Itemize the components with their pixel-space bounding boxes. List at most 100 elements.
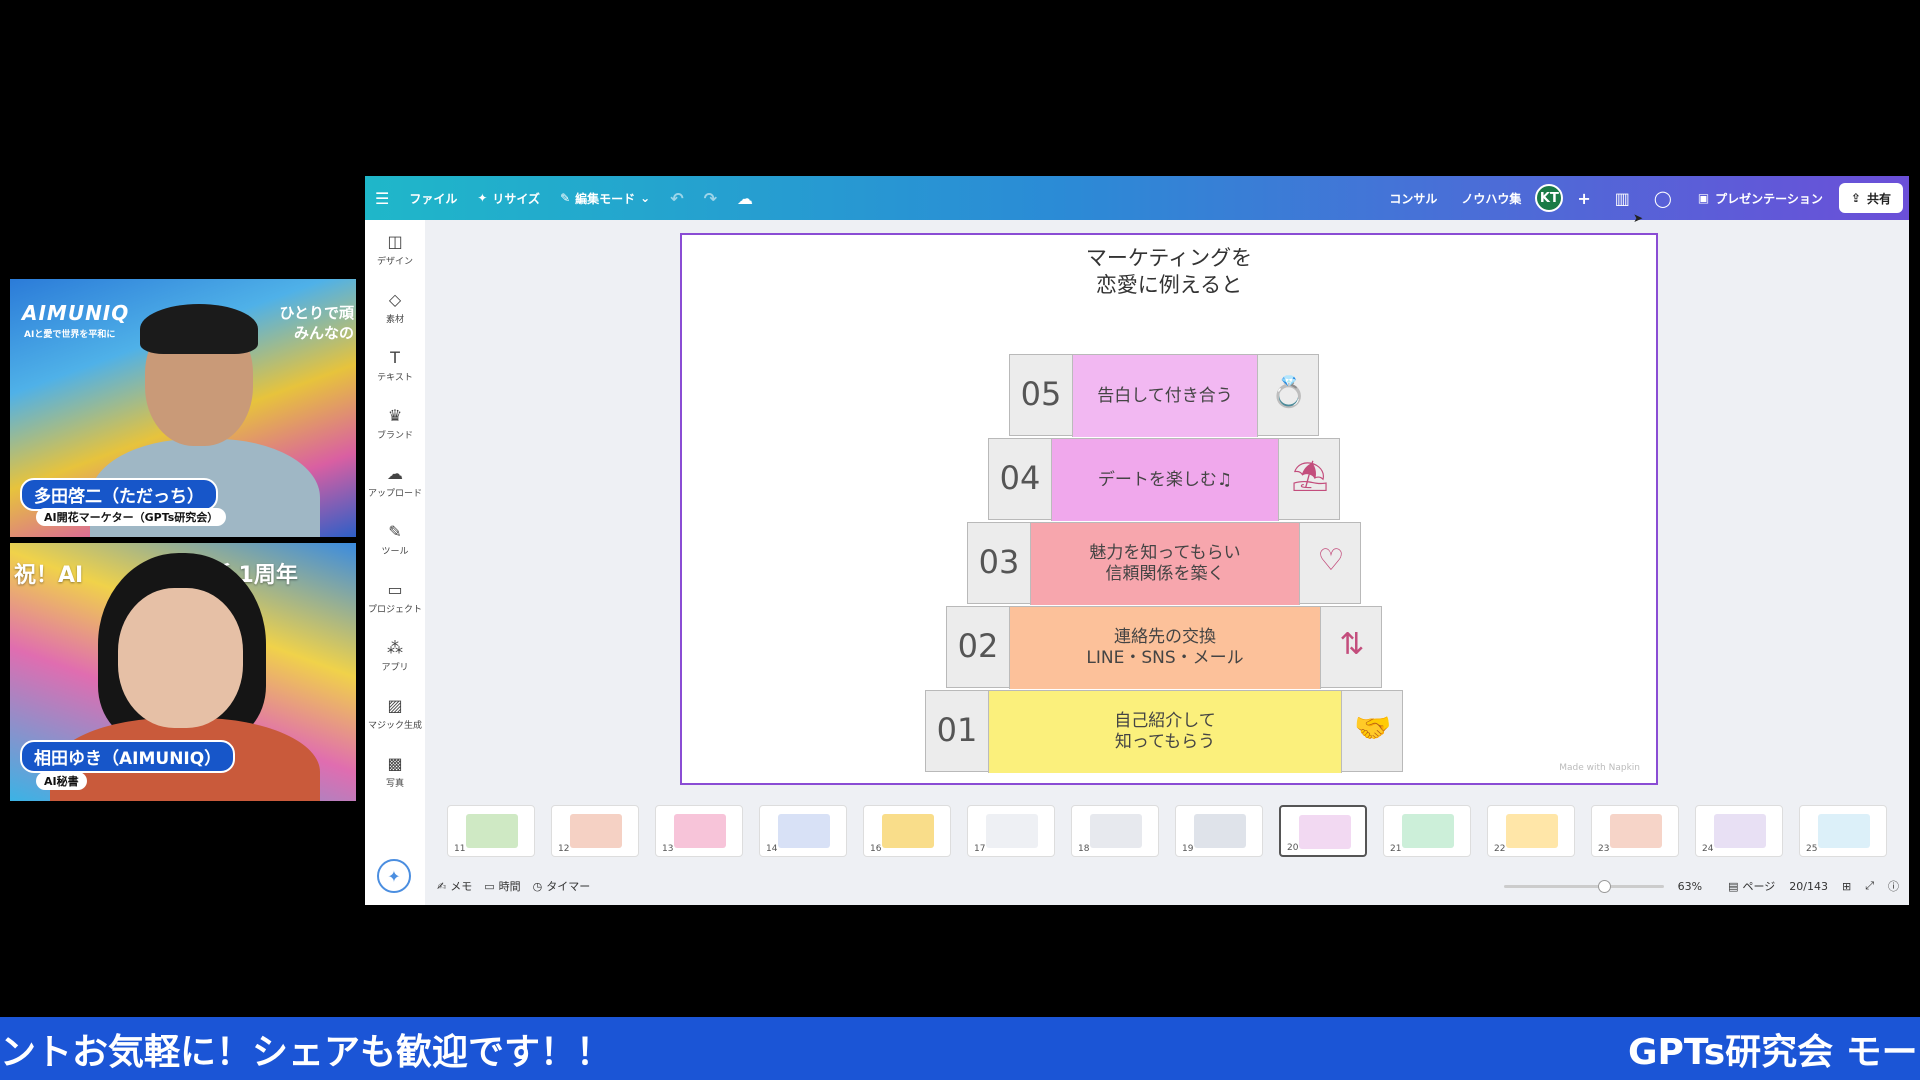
page-thumbnail[interactable]: 16 bbox=[863, 805, 951, 857]
slide-canvas[interactable]: マーケティングを 恋愛に例えると 05 告白して付き合う 💍 04 デートを楽しむ♫ ⛱ 0… bbox=[680, 233, 1658, 785]
sidebar-item-projects[interactable]: ▭ プロジェクト bbox=[365, 568, 425, 626]
edit-mode-label: 編集モード bbox=[575, 191, 636, 206]
main-menu-button[interactable]: ☰ bbox=[365, 183, 399, 213]
page-thumbnail[interactable]: 19 bbox=[1175, 805, 1263, 857]
present-button[interactable]: ▣ プレゼンテーション bbox=[1686, 183, 1835, 213]
add-collaborator-button[interactable]: + bbox=[1567, 183, 1600, 213]
resize-button[interactable]: ✦ リサイズ bbox=[467, 183, 550, 213]
present-label: プレゼンテーション bbox=[1715, 191, 1823, 206]
undo-button[interactable]: ↶ bbox=[660, 183, 693, 213]
page-thumbnail[interactable]: 13 bbox=[655, 805, 743, 857]
zoom-slider[interactable] bbox=[1503, 879, 1664, 893]
step-number: 01 bbox=[936, 711, 978, 749]
step-label: 自己紹介して 知ってもらう bbox=[988, 691, 1342, 773]
toolbar-right-group: コンサル ノウハウ集 KT + ▥ ◯ ▣ プレゼンテーション ⇪ 共有 bbox=[1379, 183, 1909, 213]
page-thumbnail[interactable]: 25 bbox=[1799, 805, 1887, 857]
redo-button[interactable]: ↷ bbox=[694, 183, 727, 213]
fullscreen-icon[interactable]: ⤢ bbox=[1865, 879, 1874, 893]
undo-icon: ↶ bbox=[670, 188, 684, 208]
thumbnail-number: 12 bbox=[558, 844, 570, 854]
participant-video-1[interactable]: AIMUNIQ AIと愛で世界を平和に ひとりで頑 みんなの 多田啓二（ただっち… bbox=[10, 279, 356, 537]
page-thumbnail[interactable]: 24 bbox=[1695, 805, 1783, 857]
page-thumbnail[interactable]: 14 bbox=[759, 805, 847, 857]
step-03[interactable]: 03 魅力を知ってもらい 信頼関係を築く ♡ bbox=[967, 522, 1361, 605]
layout-icon: ◫ bbox=[387, 231, 403, 251]
background-tagline-2: みんなの bbox=[293, 324, 354, 342]
sidebar-item-tools[interactable]: ✎ ツール bbox=[365, 510, 425, 568]
participant-video-2[interactable]: 祝！AI 朝活 1周年 相田ゆき（AIMUNIQ） AI秘書 bbox=[10, 543, 356, 801]
share-button[interactable]: ⇪ 共有 bbox=[1838, 183, 1903, 213]
user-avatar[interactable]: KT bbox=[1535, 184, 1564, 212]
zoom-slider-handle[interactable] bbox=[1598, 879, 1612, 893]
step-label: 連絡先の交換 LINE・SNS・メール bbox=[1009, 607, 1321, 689]
page-thumbnail[interactable]: 11 bbox=[447, 805, 535, 857]
page-thumbnail[interactable]: 20 bbox=[1279, 805, 1367, 857]
step-05[interactable]: 05 告白して付き合う 💍 bbox=[1009, 354, 1319, 437]
participant-hair bbox=[140, 304, 258, 354]
thumbnail-number: 18 bbox=[1078, 844, 1090, 854]
mouse-cursor-icon: ➤ bbox=[1633, 211, 1644, 225]
participant-face bbox=[118, 588, 243, 728]
magic-image-icon: ▨ bbox=[387, 695, 403, 715]
slide-title[interactable]: マーケティングを 恋愛に例えると bbox=[682, 245, 1656, 299]
sidebar-item-photos[interactable]: ▩ 写真 bbox=[365, 742, 425, 800]
sidebar-item-label: デザイン bbox=[376, 256, 413, 267]
magic-assistant-button[interactable]: ✦ bbox=[377, 859, 411, 893]
sparkle-icon: ✦ bbox=[387, 866, 401, 886]
slide-title-line-2: 恋愛に例えると bbox=[1095, 273, 1243, 297]
thumbnail-preview bbox=[1299, 815, 1351, 849]
sidebar-item-brand[interactable]: ♛ ブランド bbox=[365, 394, 425, 452]
apps-icon: ⁂ bbox=[387, 637, 403, 657]
step-04[interactable]: 04 デートを楽しむ♫ ⛱ bbox=[988, 438, 1340, 521]
step-02[interactable]: 02 連絡先の交換 LINE・SNS・メール ⇅ bbox=[946, 606, 1382, 689]
sidebar-item-uploads[interactable]: ☁ アップロード bbox=[365, 452, 425, 510]
consult-label: コンサル bbox=[1389, 191, 1438, 206]
sidebar-item-magic-media[interactable]: ▨ マジック生成 bbox=[365, 684, 425, 742]
napkin-watermark: Made with Napkin bbox=[1559, 763, 1640, 773]
canvas-area: マーケティングを 恋愛に例えると 05 告白して付き合う 💍 04 デートを楽しむ♫ ⛱ 0… bbox=[425, 220, 1909, 795]
notes-button[interactable]: ✍ メモ bbox=[437, 878, 472, 894]
step-01[interactable]: 01 自己紹介して 知ってもらう 🤝 bbox=[925, 690, 1403, 773]
sidebar-item-apps[interactable]: ⁂ アプリ bbox=[365, 626, 425, 684]
participant-name: 相田ゆき（AIMUNIQ） bbox=[20, 740, 236, 773]
pages-view-button[interactable]: ▤ ページ bbox=[1728, 878, 1775, 894]
text-icon: T bbox=[390, 347, 400, 367]
knowhow-label: ノウハウ集 bbox=[1461, 191, 1522, 206]
knowhow-link[interactable]: ノウハウ集 bbox=[1451, 183, 1531, 213]
comments-button[interactable]: ◯ bbox=[1644, 183, 1682, 213]
thumbnail-preview bbox=[882, 814, 934, 848]
step-label-line-1: 魅力を知ってもらい bbox=[1089, 543, 1241, 563]
page-thumbnail[interactable]: 18 bbox=[1071, 805, 1159, 857]
sidebar-item-label: マジック生成 bbox=[367, 720, 422, 731]
page-counter: 20/143 bbox=[1789, 879, 1828, 893]
thumbnail-preview bbox=[1506, 814, 1558, 848]
page-thumbnail[interactable]: 12 bbox=[551, 805, 639, 857]
slide-title-line-1: マーケティングを bbox=[1085, 246, 1253, 270]
footer-tools: ✍ メモ ▭ 時間 ◷ タイマー 63% ▤ ページ 20/143 ⊞ ⤢ ⓘ bbox=[425, 873, 1909, 899]
thumbnail-preview bbox=[466, 814, 518, 848]
edit-mode-dropdown[interactable]: ✎ 編集モード ⌄ bbox=[550, 183, 660, 213]
cloud-save-button[interactable]: ☁ bbox=[727, 183, 763, 213]
sidebar-item-design[interactable]: ◫ デザイン bbox=[365, 220, 425, 278]
page-thumbnail[interactable]: 23 bbox=[1591, 805, 1679, 857]
page-thumbnail[interactable]: 22 bbox=[1487, 805, 1575, 857]
insights-button[interactable]: ▥ bbox=[1605, 183, 1640, 213]
step-label: 魅力を知ってもらい 信頼関係を築く bbox=[1030, 523, 1300, 605]
sidebar-item-text[interactable]: T テキスト bbox=[365, 336, 425, 394]
page-thumbnails: 11 12 13 14 16 17 18 19 20 21 22 23 24 25 bbox=[425, 805, 1909, 861]
page-thumbnail[interactable]: 17 bbox=[967, 805, 1055, 857]
person-heart-icon: ♡ bbox=[1317, 543, 1345, 578]
timer-button[interactable]: ◷ タイマー bbox=[533, 878, 591, 894]
zoom-value[interactable]: 63% bbox=[1678, 880, 1702, 893]
grid-view-icon[interactable]: ⊞ bbox=[1842, 880, 1851, 893]
time-button[interactable]: ▭ 時間 bbox=[484, 878, 520, 894]
file-menu-button[interactable]: ファイル bbox=[399, 183, 467, 213]
background-brand: AIMUNIQ bbox=[22, 301, 130, 325]
help-icon[interactable]: ⓘ bbox=[1888, 878, 1899, 894]
consult-link[interactable]: コンサル bbox=[1379, 183, 1447, 213]
thumbnail-number: 14 bbox=[766, 844, 778, 854]
page-thumbnail[interactable]: 21 bbox=[1383, 805, 1471, 857]
photo-icon: ▩ bbox=[387, 753, 403, 773]
thumbnail-number: 17 bbox=[974, 844, 986, 854]
sidebar-item-elements[interactable]: ◇ 素材 bbox=[365, 278, 425, 336]
